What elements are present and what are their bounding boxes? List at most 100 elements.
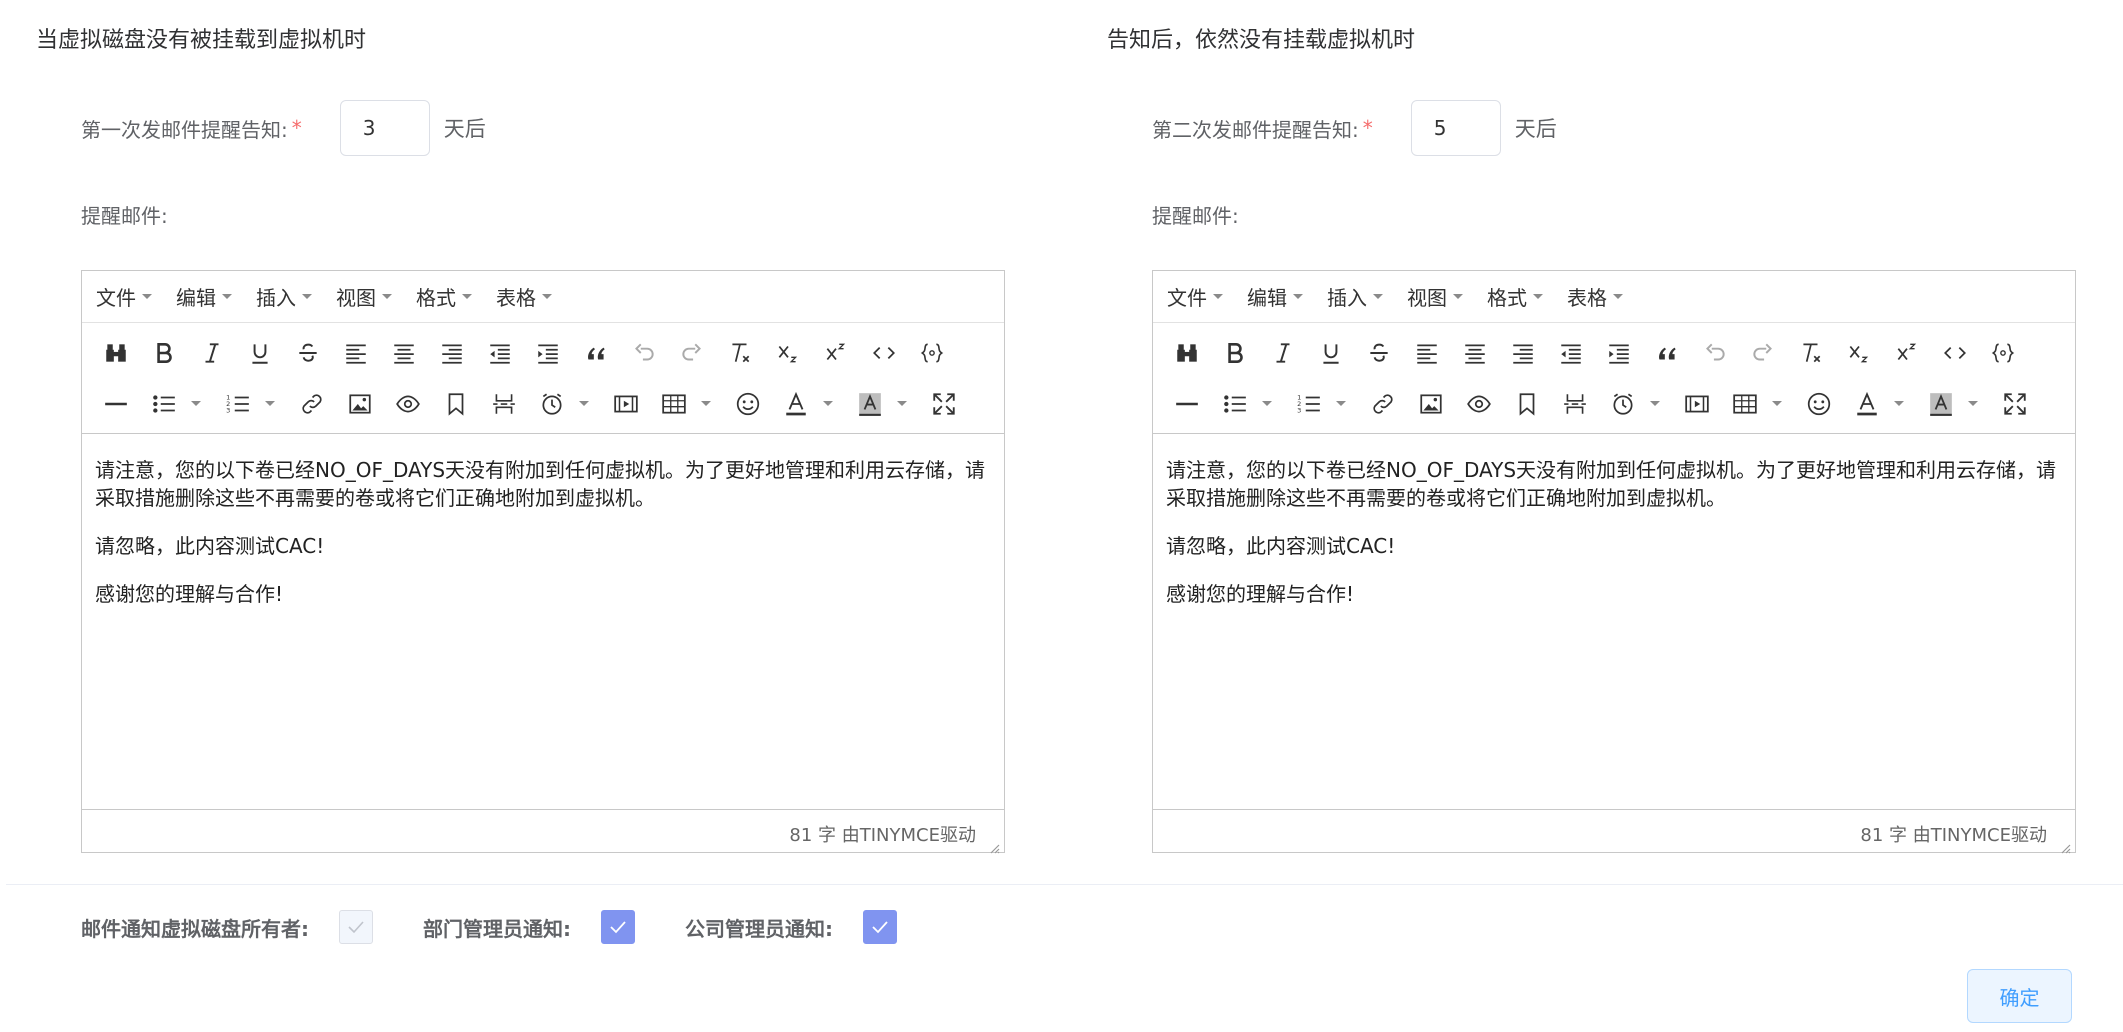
menu-label: 文件 [1167, 286, 1207, 310]
bookmark-icon[interactable] [1503, 384, 1551, 424]
horizontal-rule-icon[interactable] [1163, 384, 1211, 424]
outdent-icon[interactable] [1547, 333, 1595, 373]
bookmark-icon[interactable] [432, 384, 480, 424]
numbered-list-button[interactable]: 123 [1285, 384, 1359, 424]
underline-icon[interactable] [1307, 333, 1355, 373]
resize-handle-icon[interactable] [2059, 842, 2071, 854]
subscript-icon[interactable] [1835, 333, 1883, 373]
undo-icon[interactable] [620, 333, 668, 373]
insert-time-button[interactable] [528, 384, 602, 424]
indent-icon[interactable] [1595, 333, 1643, 373]
image-icon[interactable] [1407, 384, 1455, 424]
underline-icon[interactable] [236, 333, 284, 373]
bold-icon[interactable] [140, 333, 188, 373]
menu-view[interactable]: 视图 [1407, 282, 1463, 311]
menu-file[interactable]: 文件 [1167, 282, 1223, 311]
confirm-button[interactable]: 确定 [1967, 969, 2072, 1023]
preview-icon[interactable] [1455, 384, 1503, 424]
find-replace-icon[interactable] [1163, 333, 1211, 373]
align-right-icon[interactable] [1499, 333, 1547, 373]
superscript-icon[interactable] [812, 333, 860, 373]
superscript-icon[interactable] [1883, 333, 1931, 373]
company-notify-checkbox[interactable] [863, 910, 897, 944]
italic-icon[interactable] [188, 333, 236, 373]
code-icon[interactable] [1931, 333, 1979, 373]
editor-content[interactable]: 请注意，您的以下卷已经NO_OF_DAYS天没有附加到任何虚拟机。为了更好地管理… [82, 434, 1004, 809]
insert-time-button[interactable] [1599, 384, 1673, 424]
menu-table[interactable]: 表格 [496, 282, 552, 311]
preview-icon[interactable] [384, 384, 432, 424]
first-reminder-days-input[interactable] [339, 100, 430, 156]
editor-content[interactable]: 请注意，您的以下卷已经NO_OF_DAYS天没有附加到任何虚拟机。为了更好地管理… [1153, 434, 2075, 809]
align-center-icon[interactable] [380, 333, 428, 373]
code-icon[interactable] [860, 333, 908, 373]
editor-toolbar: 123 [82, 323, 1004, 434]
menu-edit[interactable]: 编辑 [176, 282, 232, 311]
check-icon [872, 921, 888, 934]
bold-icon[interactable] [1211, 333, 1259, 373]
link-icon[interactable] [1359, 384, 1407, 424]
link-icon[interactable] [288, 384, 336, 424]
undo-icon[interactable] [1691, 333, 1739, 373]
redo-icon[interactable] [668, 333, 716, 373]
find-replace-icon[interactable] [92, 333, 140, 373]
page-break-icon[interactable] [1551, 384, 1599, 424]
blockquote-icon[interactable] [1643, 333, 1691, 373]
clear-format-icon[interactable] [716, 333, 764, 373]
dept-notify-checkbox[interactable] [601, 910, 635, 944]
media-icon[interactable] [1673, 384, 1721, 424]
italic-icon[interactable] [1259, 333, 1307, 373]
owner-notify-checkbox[interactable] [339, 910, 373, 944]
align-center-icon[interactable] [1451, 333, 1499, 373]
outdent-icon[interactable] [476, 333, 524, 373]
text-color-button[interactable] [772, 384, 846, 424]
bullet-list-button[interactable] [1211, 384, 1285, 424]
content-paragraph: 请忽略，此内容测试CAC! [95, 534, 325, 558]
table-button[interactable] [650, 384, 724, 424]
chevron-down-icon [1533, 294, 1543, 299]
text-color-button[interactable] [1843, 384, 1917, 424]
emoticons-icon[interactable] [1795, 384, 1843, 424]
redo-icon[interactable] [1739, 333, 1787, 373]
image-icon[interactable] [336, 384, 384, 424]
menu-table[interactable]: 表格 [1567, 282, 1623, 311]
fullscreen-icon[interactable] [1991, 384, 2039, 424]
resize-handle-icon[interactable] [988, 842, 1000, 854]
align-right-icon[interactable] [428, 333, 476, 373]
background-color-button[interactable] [1917, 384, 1991, 424]
first-reminder-row: 第一次发邮件提醒告知: * 天后 [81, 100, 486, 156]
subscript-icon[interactable] [764, 333, 812, 373]
emoticons-icon[interactable] [724, 384, 772, 424]
chevron-down-icon [1894, 401, 1904, 406]
clear-format-icon[interactable] [1787, 333, 1835, 373]
media-icon[interactable] [602, 384, 650, 424]
fullscreen-icon[interactable] [920, 384, 968, 424]
page-break-icon[interactable] [480, 384, 528, 424]
template-icon[interactable] [908, 333, 956, 373]
menu-format[interactable]: 格式 [416, 282, 472, 311]
background-color-button[interactable] [846, 384, 920, 424]
indent-icon[interactable] [524, 333, 572, 373]
owner-notify-label: 邮件通知虚拟磁盘所有者: [81, 916, 309, 941]
chevron-down-icon [579, 401, 589, 406]
menu-edit[interactable]: 编辑 [1247, 282, 1303, 311]
numbered-list-button[interactable]: 123 [214, 384, 288, 424]
align-left-icon[interactable] [332, 333, 380, 373]
align-left-icon[interactable] [1403, 333, 1451, 373]
menu-label: 视图 [1407, 286, 1447, 310]
menu-file[interactable]: 文件 [96, 282, 152, 311]
menu-insert[interactable]: 插入 [1327, 282, 1383, 311]
editor-menubar: 文件 编辑 插入 视图 格式 表格 [1153, 271, 2075, 323]
menu-insert[interactable]: 插入 [256, 282, 312, 311]
second-reminder-days-input[interactable] [1410, 100, 1501, 156]
editor-menubar: 文件 编辑 插入 视图 格式 表格 [82, 271, 1004, 323]
blockquote-icon[interactable] [572, 333, 620, 373]
horizontal-rule-icon[interactable] [92, 384, 140, 424]
strikethrough-icon[interactable] [284, 333, 332, 373]
template-icon[interactable] [1979, 333, 2027, 373]
menu-format[interactable]: 格式 [1487, 282, 1543, 311]
bullet-list-button[interactable] [140, 384, 214, 424]
table-button[interactable] [1721, 384, 1795, 424]
strikethrough-icon[interactable] [1355, 333, 1403, 373]
menu-view[interactable]: 视图 [336, 282, 392, 311]
